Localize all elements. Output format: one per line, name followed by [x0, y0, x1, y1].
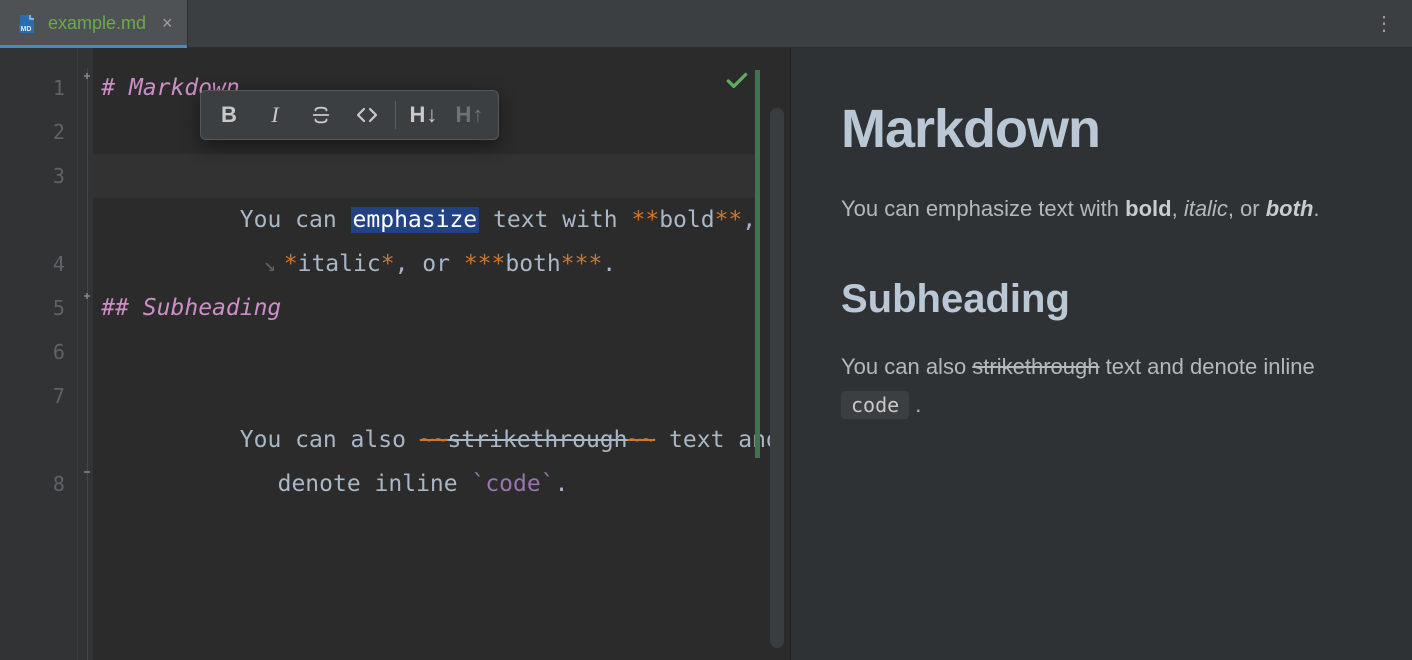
bold-button[interactable]: B: [207, 95, 251, 135]
strike-text: strikethrough: [972, 354, 1099, 379]
tab-bar: MD example.md × ⋮: [0, 0, 1412, 48]
markdown-file-icon: MD: [16, 13, 38, 35]
preview-h1: Markdown: [841, 98, 1362, 160]
line-number: 2: [0, 110, 71, 154]
tabbar-spacer: [188, 0, 1356, 47]
toolbar-separator: [395, 101, 396, 129]
file-tab[interactable]: MD example.md ×: [0, 0, 188, 47]
heading-token: ## Subheading: [101, 295, 281, 321]
line-number-wrap-gap: [0, 198, 71, 242]
line-number: 1: [0, 66, 71, 110]
italic-text: italic: [1184, 196, 1228, 221]
gutter: 1 2 3 4 5 6 7 8: [0, 48, 78, 660]
tabbar-overflow-menu[interactable]: ⋮: [1356, 0, 1412, 47]
vcs-change-stripe: [755, 70, 760, 458]
close-tab-icon[interactable]: ×: [162, 13, 173, 34]
strikethrough-button[interactable]: [299, 95, 343, 135]
inline-code: code: [841, 391, 909, 419]
line-number: 8: [0, 462, 71, 506]
fold-toggle-icon[interactable]: [81, 290, 93, 302]
text: You can emphasize text with: [841, 196, 1125, 221]
line-number: 5: [0, 286, 71, 330]
preview-paragraph: You can also strikethrough text and deno…: [841, 348, 1362, 423]
line-number: 7: [0, 374, 71, 418]
preview-pane: Markdown You can emphasize text with bol…: [790, 48, 1412, 660]
inspection-ok-icon[interactable]: [724, 68, 750, 94]
line-number-wrap-gap: [0, 418, 71, 462]
fold-toggle-icon[interactable]: [81, 466, 93, 478]
text: .: [1313, 196, 1319, 221]
main-split: 1 2 3 4 5 6 7 8: [0, 48, 1412, 660]
formatting-toolbar: B I H↓ H↑: [200, 90, 499, 140]
fold-strip: [78, 48, 93, 660]
heading-decrease-button[interactable]: H↓: [402, 95, 446, 135]
text: You can also: [841, 354, 972, 379]
text: text and denote inline: [1099, 354, 1314, 379]
preview-h2: Subheading: [841, 277, 1362, 322]
file-tab-label: example.md: [48, 13, 146, 34]
code-button[interactable]: [345, 95, 389, 135]
editor-scrollbar[interactable]: [770, 108, 784, 648]
text: , or: [1228, 196, 1266, 221]
heading-increase-button: H↑: [448, 95, 492, 135]
text: .: [909, 392, 921, 417]
line-number: 3: [0, 154, 71, 198]
line-number: 4: [0, 242, 71, 286]
bold-text: bold: [1125, 196, 1171, 221]
preview-paragraph: You can emphasize text with bold, italic…: [841, 190, 1362, 227]
code-area[interactable]: 1 2 3 4 5 6 7 8: [0, 48, 790, 660]
fold-toggle-icon[interactable]: [81, 70, 93, 82]
italic-button[interactable]: I: [253, 95, 297, 135]
text: ,: [1172, 196, 1184, 221]
svg-text:MD: MD: [21, 26, 32, 33]
editor-pane: 1 2 3 4 5 6 7 8: [0, 48, 790, 660]
line-number: 6: [0, 330, 71, 374]
bolditalic-text: both: [1266, 196, 1314, 221]
